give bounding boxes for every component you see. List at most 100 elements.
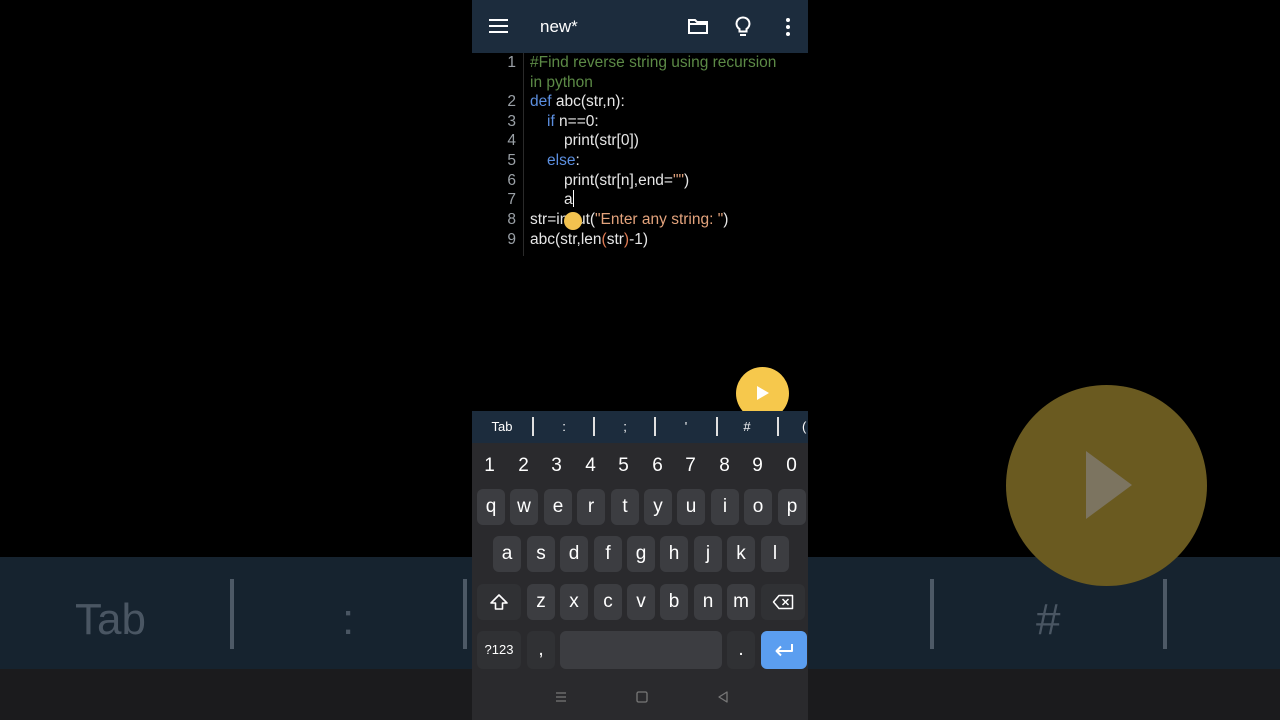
file-title: new* xyxy=(540,17,578,36)
code-line[interactable]: in python xyxy=(472,73,808,93)
comment-text: #Find reverse string using recursion xyxy=(530,54,777,71)
symbol-key-hash[interactable]: # xyxy=(727,419,767,434)
symbol-key-tab[interactable]: Tab xyxy=(482,419,522,434)
key-i[interactable]: i xyxy=(711,489,739,525)
key-v[interactable]: v xyxy=(627,584,655,620)
key-h[interactable]: h xyxy=(660,536,688,572)
symbol-separator xyxy=(593,417,595,436)
key-d[interactable]: d xyxy=(560,536,588,572)
code-line[interactable]: 5 else: xyxy=(472,151,808,171)
shift-icon xyxy=(490,594,508,610)
code-text: print(str[0]) xyxy=(564,132,639,149)
key-6[interactable]: 6 xyxy=(641,455,674,477)
code-line[interactable]: 8 str=input("Enter any string: ") xyxy=(472,210,808,230)
key-1[interactable]: 1 xyxy=(473,455,506,477)
key-0[interactable]: 0 xyxy=(775,455,808,477)
keyword: def xyxy=(530,93,552,110)
key-3[interactable]: 3 xyxy=(540,455,573,477)
key-m[interactable]: m xyxy=(727,584,755,620)
key-7[interactable]: 7 xyxy=(674,455,707,477)
code-editor[interactable]: 1 #Find reverse string using recursion i… xyxy=(472,53,808,411)
key-2[interactable]: 2 xyxy=(507,455,540,477)
background-tab-label: Tab xyxy=(75,595,146,644)
key-e[interactable]: e xyxy=(544,489,572,525)
code-token: -1) xyxy=(629,231,649,248)
period-key[interactable]: . xyxy=(727,631,755,669)
code-line[interactable]: 7 a xyxy=(472,190,808,210)
symbol-key-partial[interactable]: ( xyxy=(802,419,808,434)
code-token: abc(str,n): xyxy=(551,93,625,110)
code-line[interactable]: 1 #Find reverse string using recursion xyxy=(472,53,808,73)
background-run-fab xyxy=(1006,385,1207,586)
key-g[interactable]: g xyxy=(627,536,655,572)
code-text: abc(str,len(str)-1) xyxy=(530,230,648,250)
key-u[interactable]: u xyxy=(677,489,705,525)
recents-icon[interactable] xyxy=(554,690,568,704)
code-token: ) xyxy=(684,172,690,189)
key-z[interactable]: z xyxy=(527,584,555,620)
code-line[interactable]: 6 print(str[n],end="") xyxy=(472,171,808,191)
code-line[interactable]: 4 print(str[0]) xyxy=(472,131,808,151)
code-text: print(str[n],end="") xyxy=(564,171,689,191)
key-f[interactable]: f xyxy=(594,536,622,572)
more-vert-icon[interactable] xyxy=(786,18,790,39)
key-l[interactable]: l xyxy=(761,536,789,572)
menu-icon[interactable] xyxy=(489,19,508,33)
folder-icon[interactable] xyxy=(688,18,708,34)
key-9[interactable]: 9 xyxy=(741,455,774,477)
comment-text: in python xyxy=(530,74,593,91)
key-o[interactable]: o xyxy=(744,489,772,525)
key-x[interactable]: x xyxy=(560,584,588,620)
background-hash-label: # xyxy=(1036,595,1061,644)
code-token: a xyxy=(564,191,573,208)
code-line[interactable]: 3 if n==0: xyxy=(472,112,808,132)
key-k[interactable]: k xyxy=(727,536,755,572)
background-colon-label: : xyxy=(342,595,355,644)
lightbulb-icon[interactable] xyxy=(735,16,751,37)
key-8[interactable]: 8 xyxy=(708,455,741,477)
key-t[interactable]: t xyxy=(611,489,639,525)
line-number: 2 xyxy=(507,93,516,110)
key-b[interactable]: b xyxy=(660,584,688,620)
code-line[interactable]: 2 def abc(str,n): xyxy=(472,92,808,112)
key-a[interactable]: a xyxy=(493,536,521,572)
symbol-key-semicolon[interactable]: ; xyxy=(605,419,645,434)
cursor-handle[interactable] xyxy=(564,212,582,230)
key-n[interactable]: n xyxy=(694,584,722,620)
shift-key[interactable] xyxy=(477,584,521,620)
comma-key[interactable]: , xyxy=(527,631,555,669)
key-p[interactable]: p xyxy=(778,489,806,525)
line-number: 7 xyxy=(507,191,516,208)
space-key[interactable] xyxy=(560,631,722,669)
code-text: def abc(str,n): xyxy=(530,92,625,112)
line-number: 8 xyxy=(507,211,516,228)
app-bar: new* xyxy=(472,0,808,53)
home-icon[interactable] xyxy=(635,690,649,704)
key-r[interactable]: r xyxy=(577,489,605,525)
key-q[interactable]: q xyxy=(477,489,505,525)
key-c[interactable]: c xyxy=(594,584,622,620)
code-line[interactable]: 9 abc(str,len(str)-1) xyxy=(472,230,808,250)
key-5[interactable]: 5 xyxy=(607,455,640,477)
key-w[interactable]: w xyxy=(510,489,538,525)
background-separator xyxy=(230,579,234,649)
symbol-key-quote[interactable]: ' xyxy=(666,419,706,434)
key-y[interactable]: y xyxy=(644,489,672,525)
line-number: 5 xyxy=(507,152,516,169)
background-play-icon xyxy=(1086,451,1132,519)
line-number: 9 xyxy=(507,231,516,248)
line-number: 3 xyxy=(507,113,516,130)
back-icon[interactable] xyxy=(716,690,730,704)
symbol-key-colon[interactable]: : xyxy=(544,419,584,434)
key-s[interactable]: s xyxy=(527,536,555,572)
key-j[interactable]: j xyxy=(694,536,722,572)
background-separator xyxy=(463,579,467,649)
code-text: a xyxy=(564,190,574,210)
backspace-icon xyxy=(772,594,794,610)
enter-icon xyxy=(775,643,793,657)
symbols-key[interactable]: ?123 xyxy=(477,631,521,669)
line-number: 4 xyxy=(507,132,516,149)
key-4[interactable]: 4 xyxy=(574,455,607,477)
backspace-key[interactable] xyxy=(761,584,805,620)
enter-key[interactable] xyxy=(761,631,807,669)
